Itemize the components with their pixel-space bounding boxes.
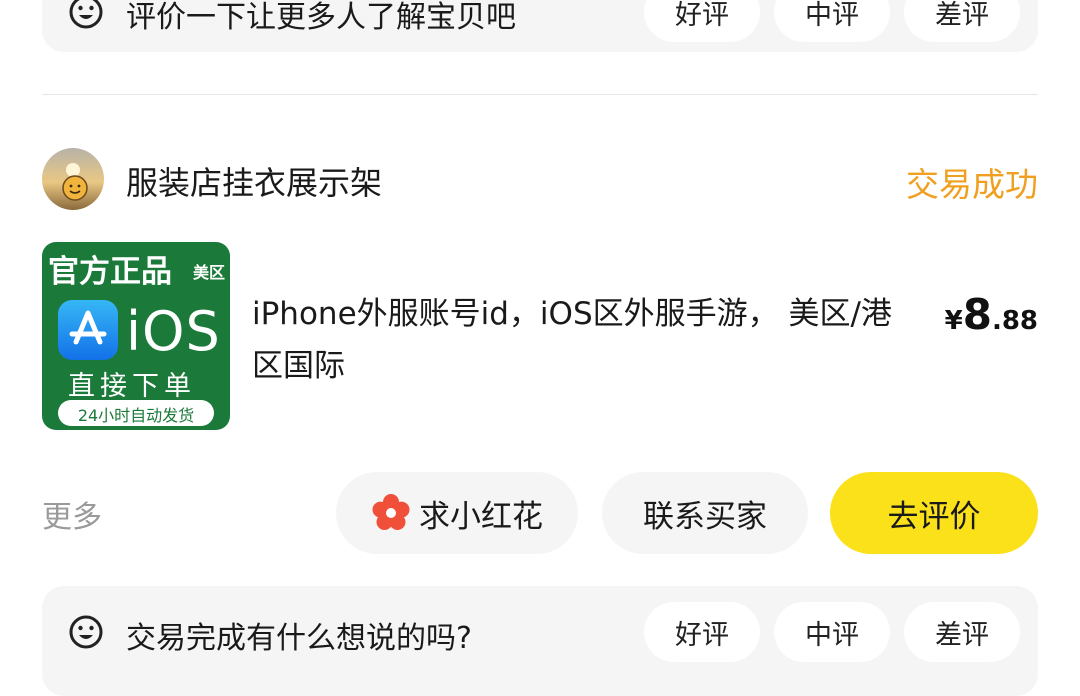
- seller-name[interactable]: 服装店挂衣展示架: [126, 158, 382, 204]
- bad-rating-button[interactable]: 差评: [904, 602, 1020, 662]
- divider: [42, 94, 1038, 95]
- price-symbol: ¥: [944, 306, 963, 336]
- review-prompt-bottom: 交易完成有什么想说的吗? 好评 中评 差评: [42, 586, 1038, 696]
- ask-flower-label: 求小红花: [419, 498, 543, 535]
- more-link[interactable]: 更多: [42, 492, 102, 536]
- thumbnail-region: 美区: [193, 263, 226, 282]
- write-review-label: 去评价: [887, 498, 981, 535]
- thumbnail-platform: iOS: [126, 300, 221, 363]
- emoji-face-icon: [69, 0, 103, 29]
- review-prompt-top: 评价一下让更多人了解宝贝吧 好评 中评 差评: [42, 0, 1038, 52]
- neutral-rating-button[interactable]: 中评: [774, 602, 890, 662]
- seller-avatar[interactable]: [42, 148, 104, 210]
- contact-buyer-label: 联系买家: [643, 498, 767, 535]
- ask-flower-button[interactable]: 求小红花: [336, 472, 578, 554]
- thumbnail-order-text: 直接下单: [68, 371, 196, 402]
- review-prompt-bottom-text: 交易完成有什么想说的吗?: [126, 621, 472, 656]
- order-status: 交易成功: [906, 165, 1038, 204]
- price-integer: 8: [962, 290, 992, 339]
- product-thumbnail[interactable]: 官方正品 美区 iOS 直接下单 24小时自动发货: [42, 242, 230, 430]
- thumbnail-band: 24小时自动发货: [58, 400, 214, 426]
- flower-icon: [372, 494, 410, 530]
- product-description[interactable]: iPhone外服账号id，iOS区外服手游， 美区/港区国际: [252, 288, 912, 392]
- good-rating-button[interactable]: 好评: [644, 602, 760, 662]
- thumbnail-title: 官方正品: [48, 254, 172, 290]
- bad-rating-button[interactable]: 差评: [904, 0, 1020, 42]
- good-rating-button[interactable]: 好评: [644, 0, 760, 42]
- review-prompt-top-text: 评价一下让更多人了解宝贝吧: [126, 0, 516, 35]
- thumbnail-band-text: 24小时自动发货: [77, 406, 195, 425]
- emoji-face-icon: [69, 615, 103, 649]
- app-store-icon: [58, 300, 118, 360]
- contact-buyer-button[interactable]: 联系买家: [602, 472, 808, 554]
- product-price: ¥8.88: [945, 290, 1038, 339]
- price-decimal: .88: [991, 306, 1038, 336]
- neutral-rating-button[interactable]: 中评: [774, 0, 890, 42]
- write-review-button[interactable]: 去评价: [830, 472, 1038, 554]
